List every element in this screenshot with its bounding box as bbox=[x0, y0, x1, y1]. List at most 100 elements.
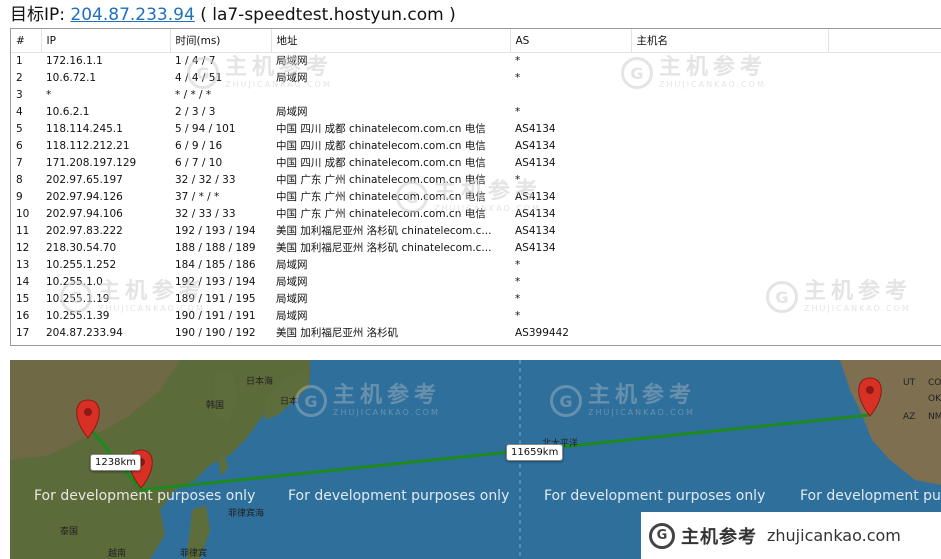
table-row[interactable]: 9 202.97.94.126 37 / * / * 中国 广东 广州 chinate… bbox=[11, 189, 941, 206]
table-row[interactable]: 10 202.97.94.106 32 / 33 / 33 中国 广东 广州 chin… bbox=[11, 206, 941, 223]
filler-cell bbox=[828, 53, 941, 71]
map-label: 日本海 bbox=[246, 377, 274, 387]
table-row[interactable]: 4 10.6.2.1 2 / 3 / 3 局域网 * bbox=[11, 104, 941, 121]
time-cell: * / * / * bbox=[175, 89, 212, 101]
time-cell: 6 / 7 / 10 bbox=[175, 157, 223, 169]
map-label: UT bbox=[903, 378, 916, 388]
filler-cell bbox=[828, 291, 941, 308]
hostname-cell bbox=[631, 274, 828, 291]
hop-cell: 7 bbox=[16, 157, 23, 169]
as-cell: * bbox=[515, 276, 521, 288]
distance-label-1: 1238km bbox=[90, 454, 141, 471]
time-cell: 1 / 4 / 7 bbox=[175, 55, 216, 67]
target-ip-link[interactable]: 204.87.233.94 bbox=[70, 5, 194, 25]
table-row[interactable]: 5 118.114.245.1 5 / 94 / 101 中国 四川 成都 china… bbox=[11, 121, 941, 138]
ip-cell: 202.97.83.222 bbox=[46, 225, 123, 237]
time-cell: 4 / 4 / 51 bbox=[175, 72, 223, 84]
hop-cell: 15 bbox=[16, 293, 30, 305]
table-row[interactable]: 14 10.255.1.0 192 / 193 / 194 局域网 * bbox=[11, 274, 941, 291]
as-cell: AS4134 bbox=[515, 123, 556, 135]
map-label: 日本 bbox=[280, 397, 299, 407]
ip-cell: 10.255.1.39 bbox=[46, 310, 110, 322]
map-label: 菲律宾 bbox=[180, 549, 208, 559]
column-header-as[interactable]: AS bbox=[510, 29, 632, 53]
table-row[interactable]: 17 204.87.233.94 190 / 190 / 192 美国 加利福尼亚州 … bbox=[11, 325, 941, 342]
brand-url: zhujicankao.com bbox=[767, 526, 901, 545]
hostname-cell bbox=[631, 155, 828, 172]
as-cell: * bbox=[515, 55, 521, 67]
hop-cell: 16 bbox=[16, 310, 30, 322]
map-label: AZ bbox=[903, 412, 916, 422]
target-ip-header: 目标IP: 204.87.233.94 ( la7-speedtest.host… bbox=[10, 4, 456, 26]
ip-cell: * bbox=[46, 89, 52, 101]
table-row[interactable]: 13 10.255.1.252 184 / 185 / 186 局域网 * bbox=[11, 257, 941, 274]
hostname-cell bbox=[631, 70, 828, 87]
address-cell: 局域网 bbox=[276, 259, 308, 271]
time-cell: 5 / 94 / 101 bbox=[175, 123, 236, 135]
time-cell: 192 / 193 / 194 bbox=[175, 276, 256, 288]
time-cell: 2 / 3 / 3 bbox=[175, 106, 216, 118]
column-header-address[interactable]: 地址 bbox=[271, 29, 511, 53]
as-cell: AS4134 bbox=[515, 242, 556, 254]
address-cell: 局域网 bbox=[276, 106, 308, 118]
hop-cell: 12 bbox=[16, 242, 30, 254]
ip-cell: 204.87.233.94 bbox=[46, 327, 123, 339]
table-row[interactable]: 8 202.97.65.197 32 / 32 / 33 中国 广东 广州 china… bbox=[11, 172, 941, 189]
hostname-cell bbox=[631, 325, 828, 342]
table-row[interactable]: 2 10.6.72.1 4 / 4 / 51 局域网 * bbox=[11, 70, 941, 87]
hop-cell: 10 bbox=[16, 208, 30, 220]
hostname-cell bbox=[631, 104, 828, 121]
table-row[interactable]: 7 171.208.197.129 6 / 7 / 10 中国 四川 成都 china… bbox=[11, 155, 941, 172]
ip-cell: 118.112.212.21 bbox=[46, 140, 130, 152]
hostname-cell bbox=[631, 121, 828, 138]
table-row[interactable]: 11 202.97.83.222 192 / 193 / 194 美国 加利福尼亚州 … bbox=[11, 223, 941, 240]
hostname-cell bbox=[631, 138, 828, 155]
column-header-filler bbox=[828, 29, 941, 53]
ip-cell: 202.97.94.106 bbox=[46, 208, 123, 220]
time-cell: 37 / * / * bbox=[175, 191, 220, 203]
address-cell: 中国 广东 广州 chinatelecom.com.cn 电信 bbox=[276, 208, 486, 220]
filler-cell bbox=[828, 172, 941, 189]
map-label: 菲律宾海 bbox=[228, 509, 265, 519]
table-row[interactable]: 6 118.112.212.21 6 / 9 / 16 中国 四川 成都 chinat… bbox=[11, 138, 941, 155]
filler-cell bbox=[828, 240, 941, 257]
hop-cell: 5 bbox=[16, 123, 23, 135]
time-cell: 190 / 191 / 191 bbox=[175, 310, 256, 322]
table-row[interactable]: 1 172.16.1.1 1 / 4 / 7 局域网 * bbox=[11, 53, 941, 71]
ip-cell: 10.255.1.19 bbox=[46, 293, 110, 305]
table-row[interactable]: 12 218.30.54.70 188 / 188 / 189 美国 加利福尼亚州 洛… bbox=[11, 240, 941, 257]
hop-cell: 8 bbox=[16, 174, 23, 186]
dev-watermark-text: For development purposes only bbox=[288, 488, 510, 504]
time-cell: 184 / 185 / 186 bbox=[175, 259, 256, 271]
filler-cell bbox=[828, 70, 941, 87]
table-row[interactable]: 16 10.255.1.39 190 / 191 / 191 局域网 * bbox=[11, 308, 941, 325]
hostname-cell bbox=[631, 189, 828, 206]
hop-cell: 17 bbox=[16, 327, 30, 339]
column-header-time[interactable]: 时间(ms) bbox=[170, 29, 272, 53]
table-row[interactable]: 15 10.255.1.19 189 / 191 / 195 局域网 * bbox=[11, 291, 941, 308]
time-cell: 189 / 191 / 195 bbox=[175, 293, 256, 305]
hostname-cell bbox=[631, 53, 828, 71]
as-cell: * bbox=[515, 174, 521, 186]
site-brand-banner: G 主机参考 zhujicankao.com bbox=[641, 512, 941, 559]
ip-cell: 10.6.72.1 bbox=[46, 72, 97, 84]
column-header-hop[interactable]: # bbox=[11, 29, 42, 53]
address-cell: 局域网 bbox=[276, 293, 308, 305]
hop-cell: 14 bbox=[16, 276, 30, 288]
table-row[interactable]: 3 * * / * / * bbox=[11, 87, 941, 104]
target-ip-label: 目标IP: bbox=[10, 5, 65, 25]
table-header-row: # IP 时间(ms) 地址 AS 主机名 bbox=[11, 29, 941, 53]
column-header-ip[interactable]: IP bbox=[41, 29, 171, 53]
address-cell: 局域网 bbox=[276, 55, 308, 67]
as-cell: AS4134 bbox=[515, 225, 556, 237]
hostname-cell bbox=[631, 87, 828, 104]
filler-cell bbox=[828, 121, 941, 138]
map-label: 泰国 bbox=[60, 527, 79, 537]
column-header-hostname[interactable]: 主机名 bbox=[631, 29, 829, 53]
target-host-text: ( la7-speedtest.hostyun.com ) bbox=[200, 5, 456, 25]
address-cell: 局域网 bbox=[276, 276, 308, 288]
filler-cell bbox=[828, 87, 941, 104]
dev-watermark-text: For development purposes only bbox=[544, 488, 766, 504]
hop-cell: 13 bbox=[16, 259, 30, 271]
hostname-cell bbox=[631, 172, 828, 189]
